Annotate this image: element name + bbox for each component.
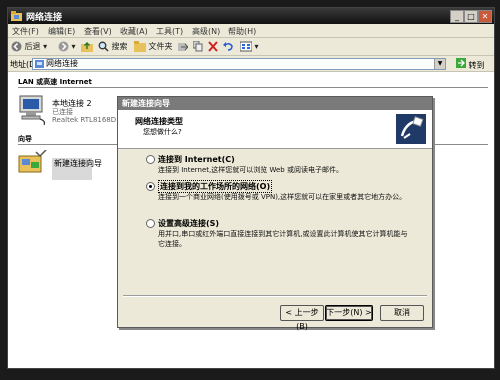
menu-file[interactable]: 文件(F) <box>12 26 39 37</box>
group-header-lan: LAN 或高速 Internet <box>18 78 92 86</box>
dialog-title-bar[interactable]: 新建连接向导 <box>118 97 432 110</box>
wizard-icon <box>18 149 47 173</box>
cancel-wizard-button[interactable]: 取消 <box>380 305 424 321</box>
up-folder-icon <box>81 41 93 52</box>
radio-connect-internet[interactable] <box>146 155 155 164</box>
go-button[interactable]: 转到 <box>456 58 485 70</box>
back-label: 后退 <box>24 42 41 51</box>
address-bar: 地址(D) 网络连接 ▼ 转到 <box>8 56 494 72</box>
wizard-item-label: 新建连接向导 <box>52 158 102 180</box>
dialog-header: 网络连接类型 您想做什么? <box>118 110 432 149</box>
radio-advanced-connection[interactable] <box>146 219 155 228</box>
back-button[interactable]: 后退 ▾ <box>11 40 47 53</box>
menu-help[interactable]: 帮助(H) <box>228 26 256 37</box>
new-connection-wizard-dialog: 新建连接向导 网络连接类型 您想做什么? 连接到 Internet(C) 连接到… <box>117 96 433 331</box>
delete-button[interactable] <box>208 40 218 53</box>
folders-label: 文件夹 <box>148 42 173 51</box>
search-label: 搜索 <box>111 42 128 51</box>
dialog-title: 新建连接向导 <box>122 99 170 108</box>
go-label: 转到 <box>468 61 485 70</box>
group-divider <box>18 87 488 88</box>
search-icon <box>98 41 109 52</box>
views-icon <box>239 41 253 52</box>
undo-icon <box>223 42 233 51</box>
forward-button[interactable]: ▾ <box>58 40 76 53</box>
forward-arrow-icon <box>58 41 69 52</box>
menu-edit[interactable]: 编辑(E) <box>48 26 75 37</box>
views-button[interactable]: ▾ <box>239 40 259 53</box>
option-connect-workplace-desc: 连接到一个商业网络(使用拨号或 VPN),这样您就可以在家里或者其它地方办公。 <box>158 193 407 201</box>
folders-button[interactable]: 文件夹 <box>134 40 173 53</box>
folders-icon <box>134 41 146 52</box>
menu-tools[interactable]: 工具(T) <box>156 26 183 37</box>
menu-advanced[interactable]: 高级(N) <box>192 26 220 37</box>
title-bar[interactable]: 网络连接 _ □ ✕ <box>8 8 494 24</box>
network-folder-icon <box>11 11 22 21</box>
option-advanced-connection-desc: 用并口,串口或红外端口直接连接到其它计算机,或设置此计算机使其它计算机能与它连接… <box>158 230 408 248</box>
minimize-button[interactable]: _ <box>450 10 464 23</box>
copy-to-button[interactable] <box>192 40 203 53</box>
dialog-header-title: 网络连接类型 <box>135 117 183 126</box>
back-arrow-icon <box>11 41 22 52</box>
option-advanced-connection-label: 设置高级连接(S) <box>158 219 220 228</box>
window-title: 网络连接 <box>26 13 63 23</box>
back-wizard-button[interactable]: < 上一步(B) <box>280 305 324 331</box>
go-arrow-icon <box>456 58 466 68</box>
local-connection-icon <box>19 95 46 126</box>
maximize-button[interactable]: □ <box>464 10 478 23</box>
radio-connect-workplace[interactable] <box>146 182 155 191</box>
dialog-header-subtitle: 您想做什么? <box>143 128 182 136</box>
local-connection-item[interactable]: 本地连接 2 已连接 Realtek RTL8168D... <box>18 94 123 128</box>
address-dropdown-icon[interactable]: ▼ <box>434 59 445 69</box>
copy-to-icon <box>192 40 203 52</box>
menu-favorites[interactable]: 收藏(A) <box>120 26 148 37</box>
move-to-button[interactable] <box>178 40 189 53</box>
undo-button[interactable] <box>223 40 233 53</box>
network-icon <box>35 60 44 68</box>
next-wizard-button[interactable]: 下一步(N) > <box>325 305 373 321</box>
connection-device: Realtek RTL8168D... <box>52 116 123 124</box>
menu-bar: 文件(F) 编辑(E) 查看(V) 收藏(A) 工具(T) 高级(N) 帮助(H… <box>8 24 494 53</box>
dialog-separator <box>123 295 427 297</box>
delete-icon <box>208 41 218 52</box>
option-connect-internet-label: 连接到 Internet(C) <box>158 155 235 164</box>
search-button[interactable]: 搜索 <box>98 40 128 53</box>
network-cable-icon <box>396 114 426 144</box>
new-connection-wizard-item[interactable]: 新建连接向导 <box>18 149 102 182</box>
toolbar: 后退 ▾ ▾ 搜索 文件夹 ▾ <box>8 38 494 56</box>
menu-view[interactable]: 查看(V) <box>84 26 112 37</box>
close-button[interactable]: ✕ <box>478 10 492 23</box>
network-connections-window: 网络连接 _ □ ✕ 文件(F) 编辑(E) 查看(V) 收藏(A) 工具(T)… <box>7 7 495 369</box>
option-connect-internet-desc: 连接到 Internet,这样您就可以浏览 Web 或阅读电子邮件。 <box>158 166 343 174</box>
address-input[interactable]: 网络连接 ▼ <box>32 58 446 70</box>
move-to-icon <box>178 43 189 51</box>
up-folder-button[interactable] <box>81 40 93 53</box>
address-value: 网络连接 <box>46 59 78 68</box>
group-header-wizard: 向导 <box>18 135 32 143</box>
